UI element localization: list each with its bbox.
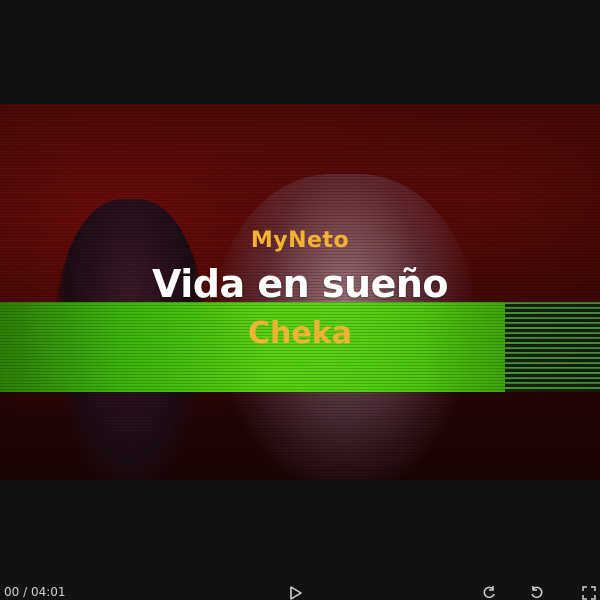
- play-icon[interactable]: [289, 586, 303, 600]
- rewind-icon[interactable]: [482, 586, 496, 600]
- player-controls: 00 / 04:01: [0, 584, 600, 600]
- song-title: Vida en sueño: [152, 262, 449, 306]
- title-overlay: MyNeto Vida en sueño Cheka: [0, 226, 600, 354]
- video-frame[interactable]: MyNeto Vida en sueño Cheka: [0, 104, 600, 480]
- time-display: 00 / 04:01: [4, 585, 66, 599]
- video-player[interactable]: MyNeto Vida en sueño Cheka 00 / 04:01: [0, 0, 600, 600]
- artist-name: MyNeto: [250, 228, 350, 253]
- featured-artist: Cheka: [248, 316, 352, 351]
- fullscreen-icon[interactable]: [582, 586, 596, 600]
- forward-icon[interactable]: [530, 586, 544, 600]
